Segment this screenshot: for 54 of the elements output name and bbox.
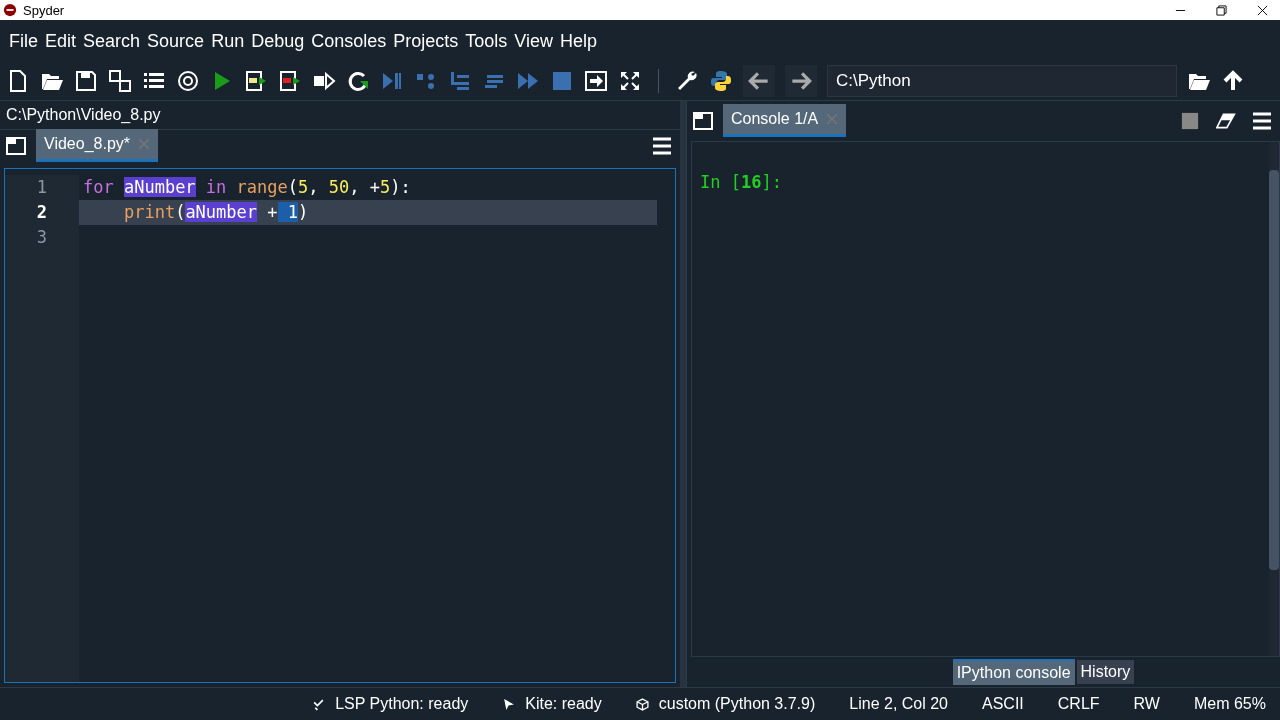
line-number: 1 — [35, 176, 48, 199]
console-tab[interactable]: Console 1/A — [723, 104, 847, 137]
python-icon[interactable] — [709, 69, 733, 93]
pane-icon[interactable] — [6, 137, 26, 155]
menu-item[interactable]: Projects — [390, 30, 462, 52]
menu-item[interactable]: File — [6, 30, 41, 52]
status-text: CRLF — [1057, 695, 1100, 713]
pane-tab[interactable]: IPython console — [952, 659, 1075, 685]
status-text: ASCII — [982, 695, 1024, 713]
run-selection-icon[interactable] — [312, 69, 336, 93]
console-prompt: In [16]: — [700, 172, 782, 192]
fullscreen-icon[interactable] — [618, 69, 642, 93]
eraser-icon[interactable] — [1216, 112, 1236, 130]
path-field[interactable]: C:\Python — [827, 65, 1177, 97]
menu-item[interactable]: Tools — [462, 30, 511, 52]
menu-item[interactable]: Debug — [248, 30, 308, 52]
code-line: for aNumber in range(5, 50, +5): — [82, 176, 412, 199]
menu-item[interactable]: Consoles — [308, 30, 390, 52]
menu-item[interactable]: Edit — [42, 30, 80, 52]
window-title: Spyder — [23, 2, 66, 18]
rerun-icon[interactable] — [346, 69, 370, 93]
run-cell-icon[interactable] — [244, 69, 268, 93]
menu-item[interactable]: Run — [208, 30, 248, 52]
menu-icon[interactable] — [652, 137, 672, 155]
step-into-icon[interactable] — [448, 69, 472, 93]
menu-item[interactable]: Source — [144, 30, 208, 52]
status-text: Line 2, Col 20 — [849, 695, 948, 713]
save-all-icon[interactable] — [108, 69, 132, 93]
menu-item[interactable]: Search — [80, 30, 144, 52]
status-text: custom (Python 3.7.9) — [658, 695, 816, 713]
scrollbar[interactable] — [1269, 142, 1279, 656]
stop-icon[interactable] — [1180, 112, 1200, 130]
save-icon[interactable] — [74, 69, 98, 93]
app-icon — [3, 3, 17, 17]
pane-icon[interactable] — [693, 112, 713, 130]
run-cell-advance-icon[interactable] — [278, 69, 302, 93]
up-arrow-icon[interactable] — [1221, 69, 1245, 93]
restore-icon[interactable] — [1216, 4, 1227, 16]
file-path: C:\Python\Video_8.py — [5, 105, 162, 125]
line-number: 2 — [35, 201, 48, 224]
pane-tab[interactable]: History — [1076, 660, 1135, 684]
file-tab[interactable]: Video_8.py* — [36, 129, 158, 162]
menu-icon[interactable] — [1252, 112, 1272, 130]
menu-item[interactable]: Help — [557, 30, 601, 52]
status-text: LSP Python: ready — [335, 695, 469, 713]
line-number: 3 — [35, 226, 48, 249]
status-text: Kite: ready — [525, 695, 602, 713]
menu-item[interactable]: View — [511, 30, 557, 52]
stop-icon[interactable] — [550, 69, 574, 93]
exit-icon[interactable] — [584, 69, 608, 93]
close-icon[interactable] — [1257, 4, 1268, 16]
status-text: Mem 65% — [1193, 695, 1266, 713]
cube-icon — [635, 697, 649, 711]
status-text: RW — [1133, 695, 1160, 713]
